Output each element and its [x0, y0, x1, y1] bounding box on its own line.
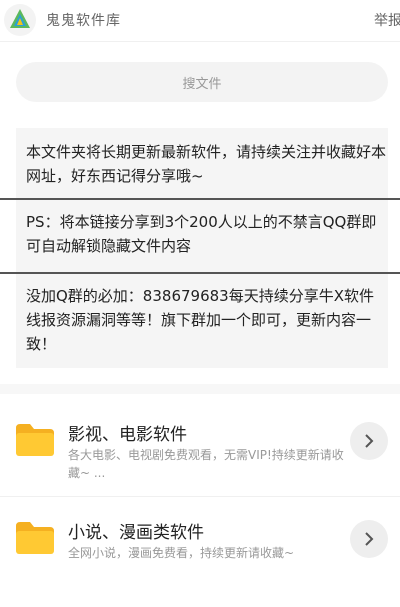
search-input[interactable]: 搜文件	[16, 62, 388, 102]
folder-icon	[16, 424, 54, 456]
notice-text-2: PS：将本链接分享到3个200人以上的不禁言QQ群即可自动解锁隐藏文件内容	[26, 213, 377, 255]
divider	[0, 198, 400, 200]
notice-panel: 本文件夹将长期更新最新软件，请持续关注并收藏好本网址，好东西记得分享哦~ PS：…	[16, 128, 388, 368]
folder-item-movies[interactable]: 影视、电影软件 各大电影、电视剧免费观看，无需VIP!持续更新请收藏~ ...	[0, 410, 400, 498]
folder-item-novels[interactable]: 小说、漫画类软件 全网小说，漫画免费看，持续更新请收藏~	[0, 508, 400, 596]
chevron-right-icon	[365, 434, 374, 448]
notice-text-1: 本文件夹将长期更新最新软件，请持续关注并收藏好本网址，好东西记得分享哦~	[26, 143, 387, 185]
folder-title: 小说、漫画类软件	[68, 523, 204, 543]
report-link[interactable]: 举报	[374, 10, 400, 30]
folder-description: 全网小说，漫画免费看，持续更新请收藏~	[68, 546, 295, 560]
header: 鬼鬼软件库 举报	[0, 0, 400, 42]
divider	[0, 272, 400, 274]
section-separator	[0, 384, 400, 394]
folder-title: 影视、电影软件	[68, 425, 187, 445]
folder-description: 各大电影、电视剧免费观看，无需VIP!持续更新请收藏~ ...	[68, 448, 344, 480]
chevron-right-icon	[365, 532, 374, 546]
site-logo[interactable]	[4, 4, 36, 36]
item-separator	[0, 496, 400, 497]
site-name: 鬼鬼软件库	[46, 13, 121, 29]
open-folder-button[interactable]	[350, 422, 388, 460]
folder-icon	[16, 522, 54, 554]
open-folder-button[interactable]	[350, 520, 388, 558]
notice-text-3: 没加Q群的必加：838679683每天持续分享牛X软件线报资源漏洞等等！旗下群加…	[26, 287, 374, 353]
